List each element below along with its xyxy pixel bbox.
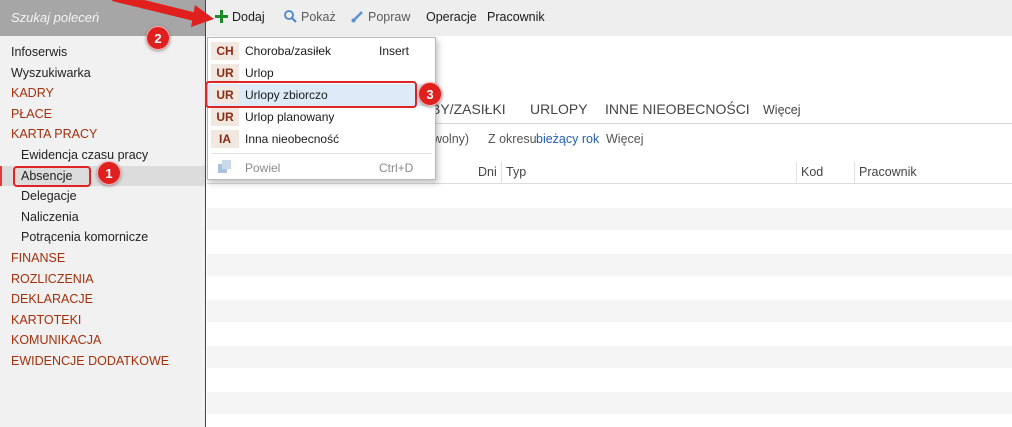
sidebar-item-deklaracje[interactable]: DEKLARACJE xyxy=(0,289,205,310)
sidebar-item-kadry[interactable]: KADRY xyxy=(0,83,205,104)
column-divider xyxy=(501,162,502,184)
magnifier-icon xyxy=(284,10,297,23)
annotation-highlight-absencje xyxy=(13,166,91,187)
period-filter-link[interactable]: bieżący rok xyxy=(536,132,599,146)
column-header-kod[interactable]: Kod xyxy=(801,165,823,179)
command-search[interactable]: Szukaj poleceń xyxy=(0,0,205,36)
add-button-label: Dodaj xyxy=(232,10,265,24)
absence-code-badge: CH xyxy=(211,42,239,60)
filter-more-link[interactable]: Więcej xyxy=(606,132,644,146)
edit-button-label: Popraw xyxy=(368,10,411,24)
grid-body xyxy=(207,185,1012,415)
tab-inne-nieobecnosci[interactable]: INNE NIEOBECNOŚCI xyxy=(605,101,750,117)
sidebar-item-komunikacja[interactable]: KOMUNIKACJA xyxy=(0,330,205,351)
sidebar-item-infoserwis[interactable]: Infoserwis xyxy=(0,42,205,63)
duplicate-icon xyxy=(218,160,231,173)
column-header-pracownik[interactable]: Pracownik xyxy=(859,165,917,179)
annotation-badge-3: 3 xyxy=(418,82,442,106)
menu-item-choroba-zasilek[interactable]: CH Choroba/zasiłek Insert xyxy=(208,40,435,62)
add-dropdown-menu: CH Choroba/zasiłek Insert UR Urlop UR Ur… xyxy=(207,37,436,180)
sidebar-item-kartoteki[interactable]: KARTOTEKI xyxy=(0,310,205,331)
table-row xyxy=(207,323,1012,346)
annotation-highlight-urlopy-zbiorczo xyxy=(205,81,417,108)
period-filter-label: Z okresu xyxy=(488,132,537,146)
operations-menu[interactable]: Operacje xyxy=(426,10,477,24)
add-button[interactable]: Dodaj ⌄ xyxy=(215,10,265,46)
sidebar-item-wyszukiwarka[interactable]: Wyszukiwarka xyxy=(0,63,205,84)
menu-item-shortcut: Ctrl+D xyxy=(379,161,414,175)
menu-item-label: Powiel xyxy=(245,161,281,175)
annotation-badge-1: 1 xyxy=(97,161,121,185)
menu-item-label: Urlop planowany xyxy=(245,110,335,124)
tab-urlopy[interactable]: URLOPY xyxy=(530,101,588,117)
tab-wiecej[interactable]: Więcej xyxy=(763,103,801,117)
table-row xyxy=(207,369,1012,392)
menu-item-urlop-planowany[interactable]: UR Urlop planowany xyxy=(208,106,435,128)
absence-code-badge: UR xyxy=(211,108,239,126)
tab-choroby-zasilki[interactable]: BY/ZASIŁKI xyxy=(431,101,506,117)
menu-item-label: Choroba/zasiłek xyxy=(245,44,332,58)
table-row xyxy=(207,277,1012,300)
sidebar-item-rozliczenia[interactable]: ROZLICZENIA xyxy=(0,269,205,290)
absence-code-badge: UR xyxy=(211,64,239,82)
annotation-badge-2: 2 xyxy=(146,26,170,50)
show-button[interactable]: Pokaż xyxy=(284,10,336,24)
employee-menu[interactable]: Pracownik xyxy=(487,10,545,24)
table-row xyxy=(207,231,1012,254)
toolbar: Dodaj ⌄ Pokaż Popraw Operacje Pracownik xyxy=(206,0,1012,46)
table-row xyxy=(207,392,1012,415)
sidebar-item-delegacje[interactable]: Delegacje xyxy=(0,186,205,207)
column-divider xyxy=(796,162,797,184)
sidebar-item-place[interactable]: PŁACE xyxy=(0,104,205,125)
menu-item-label: Urlop xyxy=(245,66,274,80)
sidebar-item-finanse[interactable]: FINANSE xyxy=(0,248,205,269)
column-header-typ[interactable]: Typ xyxy=(506,165,526,179)
show-button-label: Pokaż xyxy=(301,10,336,24)
sidebar-item-karta-pracy[interactable]: KARTA PRACY xyxy=(0,124,205,145)
plus-icon xyxy=(215,10,228,23)
table-row xyxy=(207,346,1012,369)
menu-item-label: Inna nieobecność xyxy=(245,132,340,146)
menu-item-powiel[interactable]: Powiel Ctrl+D xyxy=(208,157,435,179)
table-row xyxy=(207,208,1012,231)
sidebar-item-ewidencje-dodatkowe[interactable]: EWIDENCJE DODATKOWE xyxy=(0,351,205,372)
column-divider xyxy=(854,162,855,184)
column-header-dni[interactable]: Dni xyxy=(478,165,497,179)
sidebar-item-naliczenia[interactable]: Naliczenia xyxy=(0,207,205,228)
brush-icon xyxy=(351,11,363,23)
menu-item-inna-nieobecnosc[interactable]: IA Inna nieobecność xyxy=(208,128,435,150)
search-placeholder[interactable]: Szukaj poleceń xyxy=(11,10,99,25)
menu-item-shortcut: Insert xyxy=(379,44,410,58)
menu-divider xyxy=(211,153,432,154)
sidebar-item-potracenia-komornicze[interactable]: Potrącenia komornicze xyxy=(0,227,205,248)
table-row xyxy=(207,254,1012,277)
absence-code-badge: IA xyxy=(211,130,239,148)
sidebar: Szukaj poleceń Infoserwis Wyszukiwarka K… xyxy=(0,0,206,427)
table-row xyxy=(207,300,1012,323)
edit-button[interactable]: Popraw xyxy=(351,10,410,24)
table-row xyxy=(207,185,1012,208)
sidebar-nav: Infoserwis Wyszukiwarka KADRY PŁACE KART… xyxy=(0,42,205,372)
